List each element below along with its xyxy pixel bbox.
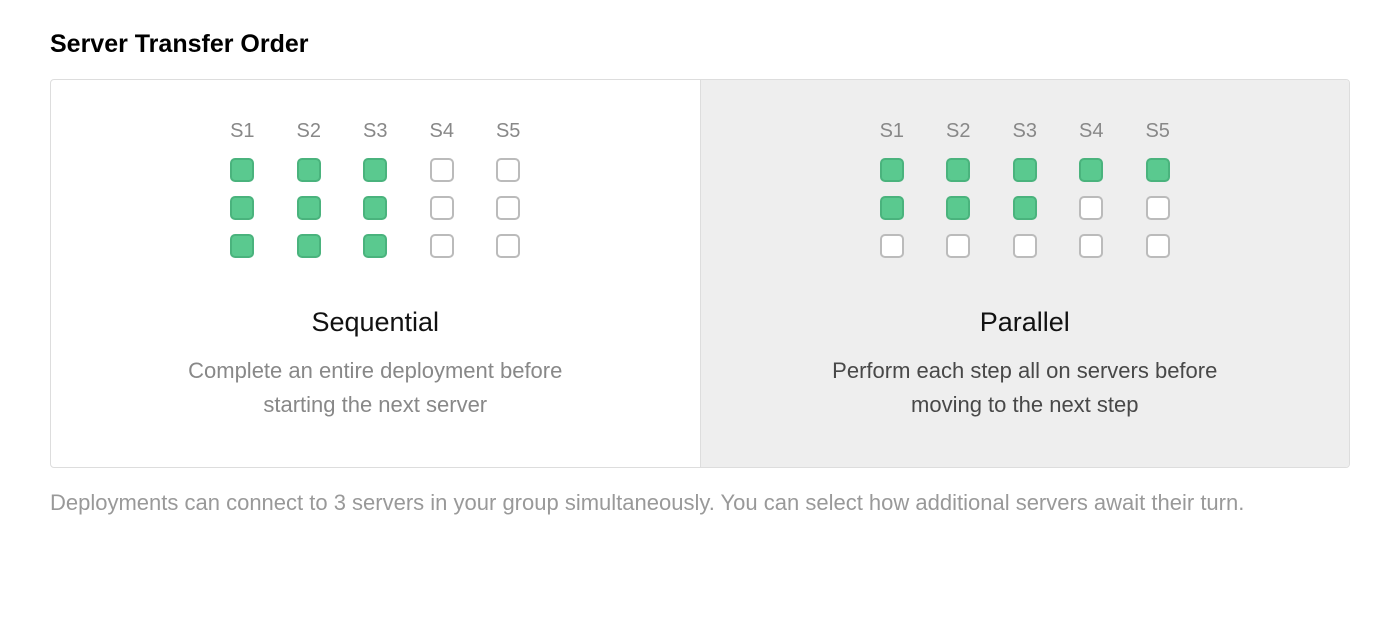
option-parallel-title: Parallel xyxy=(731,307,1320,338)
server-label: S3 xyxy=(1013,120,1037,143)
step-indicator xyxy=(1013,158,1037,182)
server-label: S3 xyxy=(363,120,387,143)
option-sequential[interactable]: S1 S2 S3 S4 xyxy=(51,80,701,467)
step-indicator xyxy=(1079,234,1103,258)
step-indicator xyxy=(1013,196,1037,220)
server-label: S1 xyxy=(880,120,904,143)
step-indicator xyxy=(946,158,970,182)
step-indicator xyxy=(1079,196,1103,220)
step-indicator xyxy=(230,196,254,220)
server-label: S1 xyxy=(230,120,254,143)
server-label: S4 xyxy=(429,120,453,143)
server-label: S2 xyxy=(297,120,321,143)
server-label: S2 xyxy=(946,120,970,143)
step-indicator xyxy=(363,196,387,220)
step-indicator xyxy=(880,158,904,182)
parallel-grid: S1 S2 S3 S4 xyxy=(880,120,1170,272)
option-sequential-desc: Complete an entire deployment before sta… xyxy=(160,354,590,422)
step-indicator xyxy=(880,196,904,220)
step-indicator xyxy=(363,158,387,182)
step-indicator xyxy=(496,158,520,182)
section-title: Server Transfer Order xyxy=(50,30,1350,59)
step-indicator xyxy=(297,158,321,182)
step-indicator xyxy=(496,234,520,258)
server-label: S5 xyxy=(1145,120,1169,143)
step-indicator xyxy=(230,234,254,258)
sequential-grid: S1 S2 S3 S4 xyxy=(230,120,520,272)
step-indicator xyxy=(297,196,321,220)
step-indicator xyxy=(496,196,520,220)
option-parallel[interactable]: S1 S2 S3 S4 xyxy=(701,80,1350,467)
step-indicator xyxy=(430,196,454,220)
step-indicator xyxy=(363,234,387,258)
step-indicator xyxy=(1013,234,1037,258)
footer-note: Deployments can connect to 3 servers in … xyxy=(50,486,1350,520)
step-indicator xyxy=(880,234,904,258)
step-indicator xyxy=(430,158,454,182)
step-indicator xyxy=(230,158,254,182)
server-label: S5 xyxy=(496,120,520,143)
step-indicator xyxy=(430,234,454,258)
step-indicator xyxy=(946,196,970,220)
step-indicator xyxy=(297,234,321,258)
step-indicator xyxy=(1146,158,1170,182)
step-indicator xyxy=(1146,196,1170,220)
step-indicator xyxy=(1146,234,1170,258)
option-sequential-title: Sequential xyxy=(81,307,670,338)
step-indicator xyxy=(1079,158,1103,182)
option-parallel-desc: Perform each step all on servers before … xyxy=(810,354,1240,422)
transfer-order-options: S1 S2 S3 S4 xyxy=(50,79,1350,468)
server-label: S4 xyxy=(1079,120,1103,143)
step-indicator xyxy=(946,234,970,258)
